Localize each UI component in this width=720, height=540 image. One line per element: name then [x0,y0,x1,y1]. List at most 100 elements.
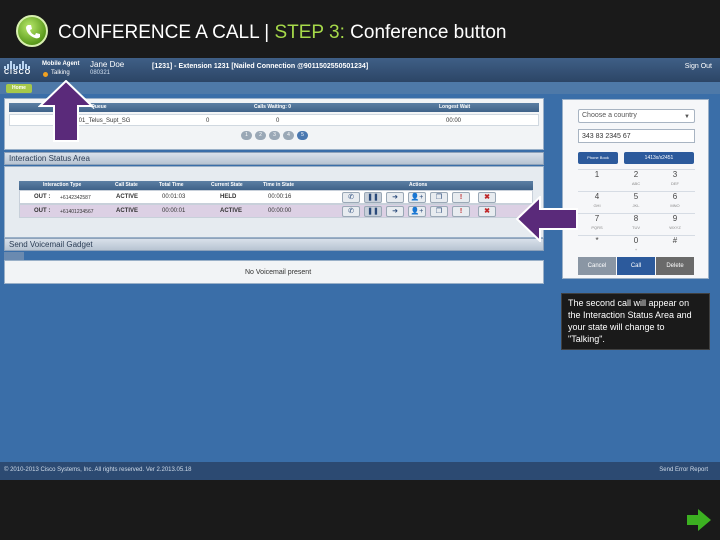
sign-out-link[interactable]: Sign Out [685,63,712,70]
keyboard-button[interactable]: 1413x/x2451 [624,152,694,164]
consult-icon[interactable]: ❐ [430,206,448,217]
call-state: ACTIVE [116,194,139,200]
callout-text: The second call will appear on the Inter… [561,293,710,350]
key-letters: PQRS [591,225,603,230]
call-button[interactable]: Call [617,257,655,275]
agent-state-dropdown[interactable]: Talking [51,70,70,76]
extension-info: [1231] - Extension 1231 [Nailed Connecti… [152,63,369,70]
agent-label: Mobile Agent [42,61,80,67]
queue-value-1: 0 [206,118,210,124]
interaction-number: +61401234567 [60,209,94,215]
app-header: CISCO Mobile Agent Jane Doe 080321 Talki… [0,58,720,82]
key-number: # [672,236,678,245]
end-call-icon[interactable]: ✖ [478,192,496,203]
key-number: 0 [633,236,639,245]
interaction-row[interactable]: OUT : +61401234567 ACTIVE 00:00:01 ACTIV… [19,204,533,218]
interaction-number: +6142342587 [60,195,91,201]
conference-icon[interactable]: 👤+ [408,192,426,203]
annotation-arrow-up-icon [38,80,94,142]
annotation-arrow-left-icon [516,196,578,242]
key-number: 8 [633,214,639,223]
dial-key[interactable]: 6 MNO [656,192,694,212]
cisco-logo-icon: CISCO [4,61,34,79]
dial-key[interactable]: 5 JKL [617,192,655,212]
consult-icon[interactable]: ❐ [430,192,448,203]
alert-icon[interactable]: ! [452,192,470,203]
dial-key[interactable]: 4 GHI [578,192,616,212]
column-header: Actions [409,182,428,188]
voicemail-gadget-header: Send Voicemail Gadget [4,238,544,251]
country-select[interactable]: Choose a country ▼ [578,109,695,123]
key-letters: ABC [631,181,641,186]
dial-key[interactable]: * [578,236,616,256]
tab-home[interactable]: Home [6,84,32,93]
pager-button[interactable]: 3 [269,131,280,140]
column-header: Call State [115,182,138,188]
dial-number-input[interactable]: 343 83 2345 67 [578,129,695,143]
key-letters: + [634,247,638,252]
key-number: 1 [594,170,600,179]
send-error-report-link[interactable]: Send Error Report [659,467,708,473]
dial-key[interactable]: 8 TUV [617,214,655,234]
cancel-button[interactable]: Cancel [578,257,616,275]
conference-icon[interactable]: 👤+ [408,206,426,217]
current-state: ACTIVE [220,208,243,214]
hold-icon[interactable]: ❚❚ [364,192,382,203]
key-number: 6 [672,192,678,201]
app-footer: © 2010-2013 Cisco Systems, Inc. All righ… [0,462,720,480]
voicemail-empty-text: No Voicemail present [245,269,312,276]
interaction-row[interactable]: OUT : +6142342587 ACTIVE 00:01:03 HELD 0… [19,190,533,204]
voicemail-tab[interactable] [4,252,24,260]
interaction-table-header: Interaction Type Call State Total Time C… [19,181,533,190]
key-letters: GHI [593,203,601,208]
queue-header-waiting: Calls Waiting: 0 [254,104,292,110]
phone-icon[interactable]: ✆ [342,192,360,203]
state-indicator-icon [43,72,48,77]
section-title: Interaction Status Area [9,154,90,163]
dial-key[interactable]: 3 DEF [656,170,694,190]
key-letters: TUV [632,225,640,230]
slide-title-bar: CONFERENCE A CALL | STEP 3: Conference b… [0,10,720,54]
title-rest: Conference button [344,22,507,43]
queue-header-longest: Longest Wait [439,104,471,110]
pager-button-active[interactable]: 5 [297,131,308,140]
dial-key[interactable]: 7 PQRS [578,214,616,234]
interaction-type: OUT : [34,208,51,214]
key-number: 7 [594,214,600,223]
dial-key[interactable]: 2 ABC [617,170,655,190]
key-number: 3 [672,170,678,179]
phonebook-button[interactable]: Phone Book [578,152,618,164]
transfer-icon[interactable]: ➜ [386,206,404,217]
nav-bar [0,82,720,94]
dial-key[interactable]: 9 WXYZ [656,214,694,234]
agent-id: 080321 [90,70,111,76]
call-state: ACTIVE [116,208,139,214]
dial-number-value: 343 83 2345 67 [582,133,631,140]
key-letters: MNO [670,203,680,208]
slide-title: CONFERENCE A CALL | STEP 3: Conference b… [58,22,507,44]
key-number: 5 [633,192,639,201]
current-state: HELD [220,194,237,200]
delete-button[interactable]: Delete [656,257,694,275]
alert-icon[interactable]: ! [452,206,470,217]
dial-key[interactable]: # [656,236,694,256]
key-letters: WXYZ [669,225,681,230]
hold-icon[interactable]: ❚❚ [364,206,382,217]
end-call-icon[interactable]: ✖ [478,206,496,217]
pager-button[interactable]: 2 [255,131,266,140]
dial-key[interactable]: 1 [578,170,616,190]
queue-pager: 1 2 3 4 5 [241,131,308,140]
next-arrow-icon[interactable] [686,508,712,532]
transfer-icon[interactable]: ➜ [386,192,404,203]
interaction-status-header: Interaction Status Area [4,152,544,165]
phone-icon[interactable]: ✆ [342,206,360,217]
time-in-state: 00:00:16 [268,194,292,200]
phone-logo-icon [16,15,48,47]
time-in-state: 00:00:00 [268,208,292,214]
pager-button[interactable]: 4 [283,131,294,140]
queue-value-2: 0 [276,118,280,124]
key-number: 4 [594,192,600,201]
country-placeholder: Choose a country [582,112,637,119]
dial-key[interactable]: 0 + [617,236,655,256]
pager-button[interactable]: 1 [241,131,252,140]
